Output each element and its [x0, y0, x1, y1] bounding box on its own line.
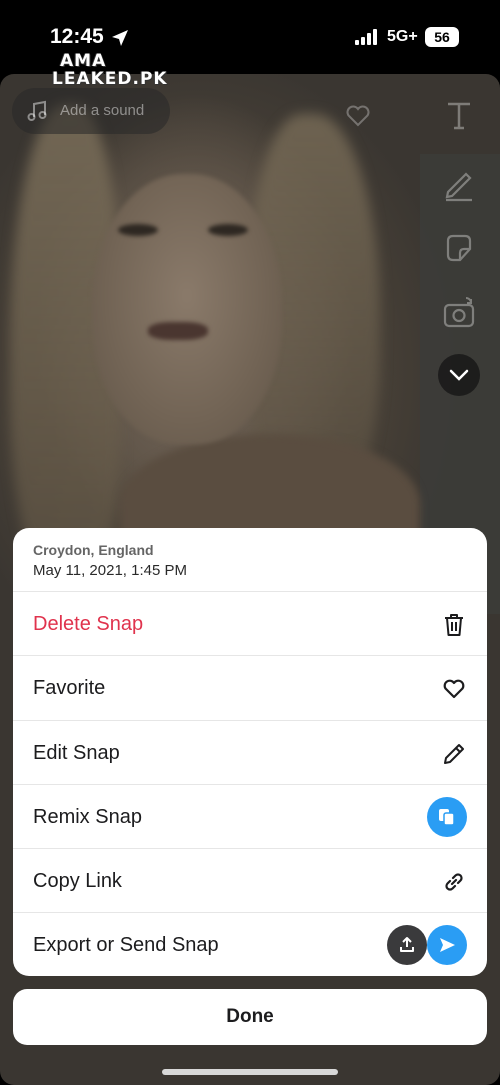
- heart-icon: [443, 679, 465, 699]
- more-tools-button[interactable]: [438, 354, 480, 396]
- network-label: 5G+: [387, 28, 418, 45]
- trash-icon: [445, 614, 463, 636]
- copy-link-option[interactable]: Copy Link: [13, 849, 487, 914]
- remix-snap-option[interactable]: Remix Snap: [13, 785, 487, 850]
- watermark-line-2: LEAKED.PK: [52, 69, 168, 89]
- export-send-label: Export or Send Snap: [33, 934, 219, 957]
- music-note-icon: [27, 100, 47, 121]
- favorite-option[interactable]: Favorite: [13, 656, 487, 721]
- snap-location: Croydon, England: [33, 542, 154, 558]
- text-tool-icon[interactable]: [440, 96, 478, 134]
- pen-icon[interactable]: [440, 164, 478, 202]
- favorite-label: Favorite: [33, 677, 106, 700]
- status-time: 12:45: [50, 25, 104, 48]
- watermark-line-1: AMA: [60, 51, 107, 71]
- camera-flip-icon[interactable]: [440, 294, 478, 332]
- watermark: AMA LEAKED.PK: [52, 52, 168, 88]
- remix-icon: [427, 796, 467, 837]
- snap-datetime: May 11, 2021, 1:45 PM: [33, 562, 187, 579]
- home-indicator: [162, 1069, 338, 1075]
- done-button[interactable]: Done: [13, 989, 487, 1045]
- signal-icon: [355, 29, 377, 45]
- add-sound-label: Add a sound: [60, 102, 145, 119]
- delete-snap-option[interactable]: Delete Snap: [13, 592, 487, 657]
- chevron-down-icon: [449, 369, 469, 381]
- location-arrow-icon: [112, 30, 128, 46]
- delete-snap-label: Delete Snap: [33, 613, 144, 635]
- link-icon: [445, 873, 463, 891]
- heart-outline-icon[interactable]: [345, 104, 371, 128]
- snap-options-sheet: Croydon, England May 11, 2021, 1:45 PM D…: [13, 528, 487, 976]
- add-sound-button[interactable]: Add a sound: [12, 88, 170, 134]
- edit-snap-label: Edit Snap: [33, 741, 120, 764]
- battery-indicator: 56: [425, 27, 459, 47]
- remix-snap-label: Remix Snap: [33, 805, 142, 828]
- snap-info-header: Croydon, England May 11, 2021, 1:45 PM: [13, 528, 487, 592]
- photo-subject: [92, 174, 282, 444]
- export-send-option[interactable]: Export or Send Snap: [13, 913, 487, 976]
- pencil-icon: [444, 743, 464, 764]
- export-icon[interactable]: [387, 925, 427, 966]
- sticker-icon[interactable]: [440, 229, 478, 267]
- send-arrow-icon[interactable]: [427, 925, 467, 966]
- edit-snap-option[interactable]: Edit Snap: [13, 721, 487, 785]
- copy-link-label: Copy Link: [33, 870, 122, 893]
